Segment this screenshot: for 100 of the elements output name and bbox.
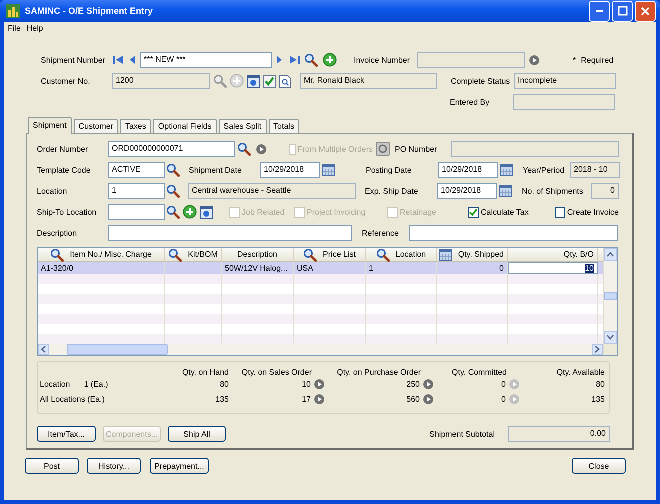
input-field[interactable] [451,141,619,157]
input-field[interactable]: 10/29/2018 [260,162,320,178]
calendar-icon[interactable] [500,164,513,176]
input-field[interactable]: 1200 [112,73,210,89]
search-icon[interactable] [303,248,318,262]
minimize-button[interactable] [589,0,610,22]
previous-record-icon[interactable] [128,54,136,66]
checkbox[interactable] [468,206,479,218]
input-field[interactable] [409,225,618,241]
input-field[interactable]: Central warehouse - Seattle [188,183,356,199]
card-icon[interactable] [200,206,213,218]
checkbox-label: From Multiple Orders [298,144,373,154]
field-label: Reference [362,228,400,238]
vertical-scrollbar[interactable] [603,248,617,355]
button[interactable]: Prepayment... [150,458,209,474]
drilldown-icon[interactable] [314,379,325,390]
input-field[interactable] [108,204,165,220]
orders-icon[interactable] [376,142,390,156]
maximize-button[interactable] [612,0,633,22]
column-header[interactable]: Item No./ Misc. Charge [38,248,165,262]
input-field[interactable]: ORD000000000071 [108,141,235,157]
search-icon[interactable] [304,53,318,67]
input-field[interactable]: Incomplete [514,73,616,89]
input-field[interactable] [108,225,352,241]
search-icon[interactable] [376,248,390,262]
horizontal-scrollbar[interactable] [38,344,603,355]
tab[interactable]: Shipment [28,117,72,134]
scroll-up-button[interactable] [604,248,617,261]
button[interactable]: Close [572,458,626,474]
tab[interactable]: Sales Split [218,119,267,133]
scroll-down-button[interactable] [604,331,617,344]
drilldown-icon[interactable] [423,394,434,405]
search-icon[interactable] [168,248,182,262]
input-field[interactable]: 0 [591,183,619,199]
tab[interactable]: Totals [268,119,300,133]
column-header: Qty. on Sales Order [242,368,312,376]
card-icon[interactable] [247,74,260,88]
search-icon[interactable] [166,163,180,177]
table-cell: 17 [302,395,311,404]
input-field[interactable] [417,52,525,68]
column-header[interactable]: Qty. Shipped [437,248,508,262]
input-field[interactable]: *** NEW *** [140,52,272,68]
last-record-icon[interactable] [289,54,301,66]
calendar-icon[interactable] [322,164,335,176]
scroll-right-button[interactable] [592,344,603,355]
search-icon[interactable] [166,205,180,219]
input-field[interactable]: 10/29/2018 [438,162,498,178]
search-icon[interactable] [237,142,251,156]
drilldown-icon[interactable] [529,54,540,66]
calendar-icon[interactable] [439,248,452,260]
table-row[interactable]: A1-320/0 50W/12V Halog... USA 1 0 10 [38,262,603,274]
table-cell: 0 [502,395,506,404]
scroll-thumb[interactable] [67,344,168,355]
checkmark-icon[interactable] [263,74,276,88]
column-header[interactable]: Price List [294,248,366,262]
column-header[interactable]: Qty. B/O [508,248,598,262]
button[interactable]: History... [87,458,141,474]
scroll-left-button[interactable] [38,344,49,355]
input-field[interactable] [513,94,615,110]
input-field[interactable]: 10/29/2018 [437,183,497,199]
input-field[interactable]: 1 [108,183,165,199]
column-header[interactable]: Kit/BOM [165,248,222,262]
column-header[interactable]: Description [222,248,294,262]
next-record-icon[interactable] [276,54,284,66]
button[interactable]: Ship All [168,426,226,442]
search-icon[interactable] [166,184,180,198]
button[interactable]: Item/Tax... [37,426,96,442]
field-label: Complete Status [451,76,512,86]
drilldown-icon[interactable] [423,379,434,390]
drilldown-icon[interactable] [256,144,267,154]
menu-item[interactable]: Help [24,24,46,32]
add-icon[interactable] [323,53,337,67]
input-field[interactable]: 0.00 [508,426,610,442]
checkbox-label: Project Invoicing [307,208,366,216]
tab[interactable]: Taxes [120,119,152,133]
tab[interactable]: Customer [74,119,118,133]
search-icon[interactable] [50,248,64,262]
table-cell[interactable]: 10 [508,262,598,274]
input-field[interactable]: Mr. Ronald Black [300,73,437,89]
column-header: Qty. on Purchase Order [337,368,421,376]
scroll-thumb[interactable] [604,292,617,300]
input-field[interactable]: ACTIVE [108,162,165,178]
table-cell: 80 [220,380,229,389]
column-header: Qty. Available [556,368,605,376]
input-field[interactable]: 2018 - 10 [570,162,620,178]
checkbox-label: Create Invoice [567,208,619,216]
column-header[interactable]: Location [366,248,437,262]
close-button[interactable] [635,0,656,22]
tab[interactable]: Optional Fields [153,119,217,133]
drilldown-icon[interactable] [314,394,325,405]
unit-label: 1 (Ea.) [84,380,108,389]
checkbox[interactable] [555,206,566,218]
add-icon[interactable] [183,205,197,219]
document-icon[interactable] [279,74,291,88]
button[interactable]: Post [25,458,79,474]
scrollbar-corner [604,344,617,355]
menu-item[interactable]: File [5,24,24,32]
calendar-icon[interactable] [499,185,512,197]
table-cell: 80 [596,380,605,389]
first-record-icon[interactable] [112,54,124,66]
